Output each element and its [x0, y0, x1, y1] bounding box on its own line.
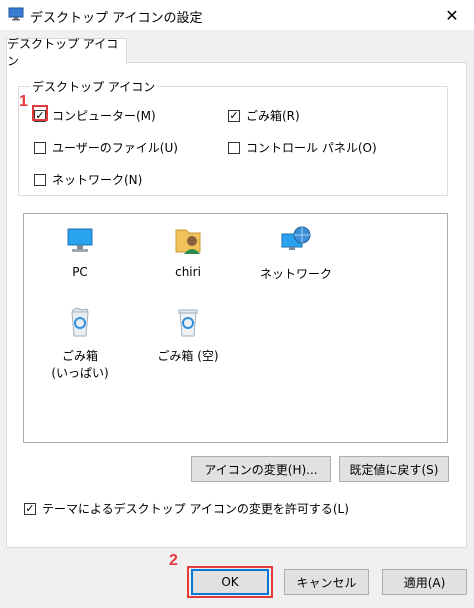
checkmark-icon: ✓	[24, 501, 36, 515]
checkbox-computer-label: コンピューター(M)	[52, 109, 156, 123]
change-icon-button-label: アイコンの変更(H)...	[204, 462, 318, 477]
network-icon	[281, 226, 311, 250]
icon-label-recycle-empty: ごみ箱 (空)	[157, 349, 219, 363]
checkbox-user-files-label: ユーザーのファイル(U)	[52, 141, 178, 155]
checkbox-network[interactable]: ネットワーク(N)	[34, 171, 142, 188]
cancel-button-label: キャンセル	[296, 575, 357, 590]
checkbox-allow-theme-change-label: テーマによるデスクトップ アイコンの変更を許可する(L)	[42, 502, 349, 516]
apply-button-label: 適用(A)	[403, 575, 446, 590]
icon-list[interactable]: PC chiri ネットワーク ごみ箱 (いっぱい) ごみ箱 (空)	[23, 213, 448, 443]
desktop-settings-icon	[8, 7, 24, 21]
user-folder-icon	[175, 229, 201, 254]
tab-desktop-icons[interactable]: デスクトップ アイコン	[6, 37, 127, 68]
pc-icon	[67, 228, 93, 252]
checkbox-allow-theme-change[interactable]: ✓ テーマによるデスクトップ アイコンの変更を許可する(L)	[24, 500, 349, 517]
checkbox-computer[interactable]: ✓ コンピューター(M)	[34, 107, 156, 124]
icon-label-user: chiri	[175, 265, 201, 279]
step-marker-2: 2	[169, 552, 178, 569]
apply-button[interactable]: 適用(A)	[382, 569, 467, 595]
groupbox-title: デスクトップ アイコン	[30, 78, 158, 95]
recycle-bin-empty-icon	[178, 309, 198, 337]
icon-label-pc: PC	[72, 265, 88, 279]
ok-highlight-outline	[187, 566, 273, 598]
close-button[interactable]: ✕	[430, 0, 474, 30]
checkbox-control-panel-label: コントロール パネル(O)	[246, 141, 377, 155]
close-icon: ✕	[445, 5, 459, 25]
change-icon-button[interactable]: アイコンの変更(H)...	[191, 456, 331, 482]
tab-label: デスクトップ アイコン	[7, 36, 119, 68]
title-bar: デスクトップ アイコンの設定 ✕	[0, 0, 474, 30]
recycle-bin-full-icon	[71, 307, 89, 337]
icon-label-recycle-full: ごみ箱 (いっぱい)	[51, 349, 109, 380]
highlight-outline	[32, 105, 48, 121]
icon-item-user[interactable]: chiri	[148, 224, 228, 279]
checkmark-icon: ✓	[228, 108, 240, 122]
checkbox-recycle-bin[interactable]: ✓ ごみ箱(R)	[228, 107, 300, 124]
icon-item-pc[interactable]: PC	[40, 224, 120, 279]
icon-item-recycle-empty[interactable]: ごみ箱 (空)	[148, 306, 228, 364]
checkbox-recycle-bin-label: ごみ箱(R)	[246, 109, 300, 123]
checkbox-control-panel[interactable]: コントロール パネル(O)	[228, 139, 377, 156]
checkbox-network-label: ネットワーク(N)	[52, 173, 143, 187]
window-title: デスクトップ アイコンの設定	[30, 11, 203, 26]
restore-default-button-label: 既定値に戻す(S)	[349, 462, 439, 477]
icon-item-network[interactable]: ネットワーク	[256, 224, 336, 282]
icon-item-recycle-full[interactable]: ごみ箱 (いっぱい)	[40, 306, 120, 381]
step-marker-1: 1	[19, 93, 28, 110]
checkbox-user-files[interactable]: ユーザーのファイル(U)	[34, 139, 178, 156]
cancel-button[interactable]: キャンセル	[284, 569, 369, 595]
restore-default-button[interactable]: 既定値に戻す(S)	[339, 456, 449, 482]
icon-label-network: ネットワーク	[259, 267, 332, 281]
